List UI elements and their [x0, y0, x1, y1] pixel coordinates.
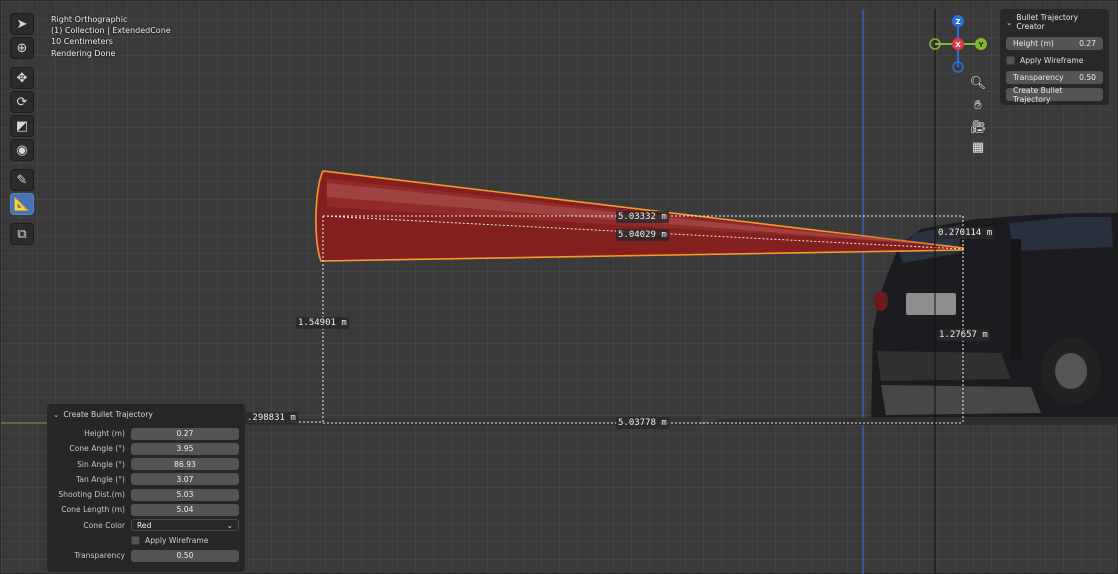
viewport-info: Right Orthographic (1) Collection | Exte… [51, 14, 171, 59]
view-name: Right Orthographic [51, 15, 128, 24]
ortho-toggle-button[interactable]: ▦ [967, 137, 989, 157]
y-axis-label: Y [977, 41, 984, 49]
measurement-label: 5.03332 m [616, 211, 669, 223]
prop-apply-wireframe: Apply Wireframe [53, 534, 239, 547]
measurement-label: 1.27657 m [937, 329, 990, 341]
prop-cone-color: Cone Color Red ⌄ [53, 519, 239, 532]
render-status: Rendering Done [51, 48, 116, 58]
add-cube-icon: ⧉ [17, 226, 27, 242]
prop-cone-angle: Cone Angle (°) 3.95 [53, 442, 239, 455]
move-tool[interactable]: ✥ [10, 67, 34, 89]
panel-header[interactable]: ⌄ Bullet Trajectory Creator [1006, 13, 1103, 31]
cone-color-label: Cone Color [83, 520, 125, 530]
zoom-button[interactable]: 🔍︎ [967, 73, 989, 93]
move-icon: ✥ [16, 70, 28, 86]
measurement-label: 0.270114 m [936, 227, 995, 239]
prop-label: Height (m) [84, 429, 125, 438]
pencil-icon: ✎ [16, 172, 28, 188]
create-button-label: Create Bullet Trajectory [1013, 85, 1063, 104]
prop-label: Cone Length (m) [61, 505, 125, 515]
apply-wireframe-checkbox[interactable]: Apply Wireframe [1006, 54, 1103, 67]
measurement-label: 1.54901 m [296, 317, 349, 329]
create-bullet-trajectory-button[interactable]: Create Bullet Trajectory [1006, 85, 1103, 104]
prop-cone-length: Cone Length (m) 5.04 [53, 503, 239, 516]
select-box-tool[interactable]: ➤ [10, 13, 34, 35]
prop-tan-angle: Tan Angle (°) 3.07 [53, 473, 239, 486]
tool-shelf: ➤ ⊕ ✥ ⟳ ◩ ◉ ✎ 📐 ⧉ [10, 13, 36, 247]
chevron-down-icon: ⌄ [1006, 17, 1013, 27]
scale-tool[interactable]: ◩ [10, 115, 34, 137]
transform-tool[interactable]: ◉ [10, 139, 34, 161]
transparency-label: Transparency [1013, 73, 1064, 82]
prop-label: Sin Angle (°) [77, 459, 125, 469]
redo-last-panel: ⌄ Create Bullet Trajectory Height (m) 0.… [47, 404, 245, 572]
prop-height: Height (m) 0.27 [53, 427, 239, 440]
prop-transparency: Transparency 0.50 [53, 549, 239, 562]
transform-icon: ◉ [16, 142, 28, 158]
3d-viewport[interactable]: Right Orthographic (1) Collection | Exte… [0, 0, 1118, 574]
prop-value-field[interactable]: 0.27 [131, 427, 239, 440]
camera-icon: 🎥︎ [969, 119, 987, 135]
grid-scale-label: 10 Centimeters [51, 37, 113, 47]
transparency-field[interactable]: Transparency 0.50 [1006, 71, 1103, 84]
cone-color-value: Red [137, 520, 152, 530]
transparency-value: 0.50 [1079, 73, 1096, 82]
hand-icon: ✋︎ [974, 97, 982, 113]
prop-sin-angle: Sin Angle (°) 86.93 [53, 458, 239, 471]
prop-shooting-distance: Shooting Dist.(m) 5.03 [53, 488, 239, 501]
crosshair-icon: ⊕ [16, 40, 28, 56]
add-cube-tool[interactable]: ⧉ [10, 223, 34, 245]
checkbox-box[interactable] [1006, 56, 1015, 65]
apply-wireframe-label: Apply Wireframe [1020, 56, 1084, 65]
panel-title: Bullet Trajectory Creator [1016, 13, 1079, 31]
measurement-label: 5.04029 m [616, 229, 669, 241]
prop-value-field[interactable]: 3.95 [131, 442, 239, 455]
bullet-trajectory-panel: ⌄ Bullet Trajectory Creator Height (m) 0… [1000, 9, 1109, 105]
magnifier-icon: 🔍︎ [969, 75, 987, 91]
prop-label: Tan Angle (°) [75, 474, 125, 484]
height-label: Height (m) [1013, 39, 1054, 48]
z-axis-label: Z [955, 18, 960, 26]
redo-apply-wireframe-checkbox[interactable]: Apply Wireframe [131, 536, 209, 546]
redo-transparency-value[interactable]: 0.50 [131, 549, 239, 562]
redo-panel-header[interactable]: ⌄ Create Bullet Trajectory [53, 410, 239, 419]
measurement-label: 5.03778 m [616, 417, 669, 429]
scale-icon: ◩ [15, 118, 29, 134]
cursor-icon: ➤ [16, 16, 28, 32]
height-value: 0.27 [1079, 39, 1096, 48]
prop-label: Shooting Dist.(m) [58, 490, 125, 500]
rotate-icon: ⟳ [16, 94, 28, 110]
prop-label: Cone Angle (°) [69, 444, 125, 454]
cursor-tool[interactable]: ⊕ [10, 37, 34, 59]
redo-transparency-label: Transparency [74, 551, 125, 561]
height-field[interactable]: Height (m) 0.27 [1006, 37, 1103, 50]
chevron-down-icon: ⌄ [226, 520, 233, 530]
measurement-label: .298831 m [245, 412, 298, 424]
collection-label: (1) Collection | ExtendedCone [51, 26, 171, 36]
annotate-tool[interactable]: ✎ [10, 169, 34, 191]
camera-view-button[interactable]: 🎥︎ [967, 117, 989, 137]
chevron-down-icon: ⌄ [53, 410, 60, 419]
measure-tool[interactable]: 📐 [10, 193, 34, 215]
checkbox-box[interactable] [131, 536, 140, 546]
redo-panel-title: Create Bullet Trajectory [63, 410, 153, 419]
prop-value-field[interactable]: 3.07 [131, 473, 239, 486]
redo-apply-wireframe-label: Apply Wireframe [145, 536, 209, 546]
x-axis-label: X [955, 41, 961, 49]
pan-button[interactable]: ✋︎ [967, 95, 989, 115]
rotate-tool[interactable]: ⟳ [10, 91, 34, 113]
prop-value-field[interactable]: 5.03 [131, 488, 239, 501]
ruler-icon: 📐 [13, 196, 31, 212]
navigation-gizmo[interactable]: Z Y X [925, 11, 991, 77]
cone-color-dropdown[interactable]: Red ⌄ [131, 519, 239, 532]
grid-icon: ▦ [971, 139, 985, 155]
prop-value-field[interactable]: 5.04 [131, 503, 239, 516]
prop-value-field[interactable]: 86.93 [131, 458, 239, 471]
